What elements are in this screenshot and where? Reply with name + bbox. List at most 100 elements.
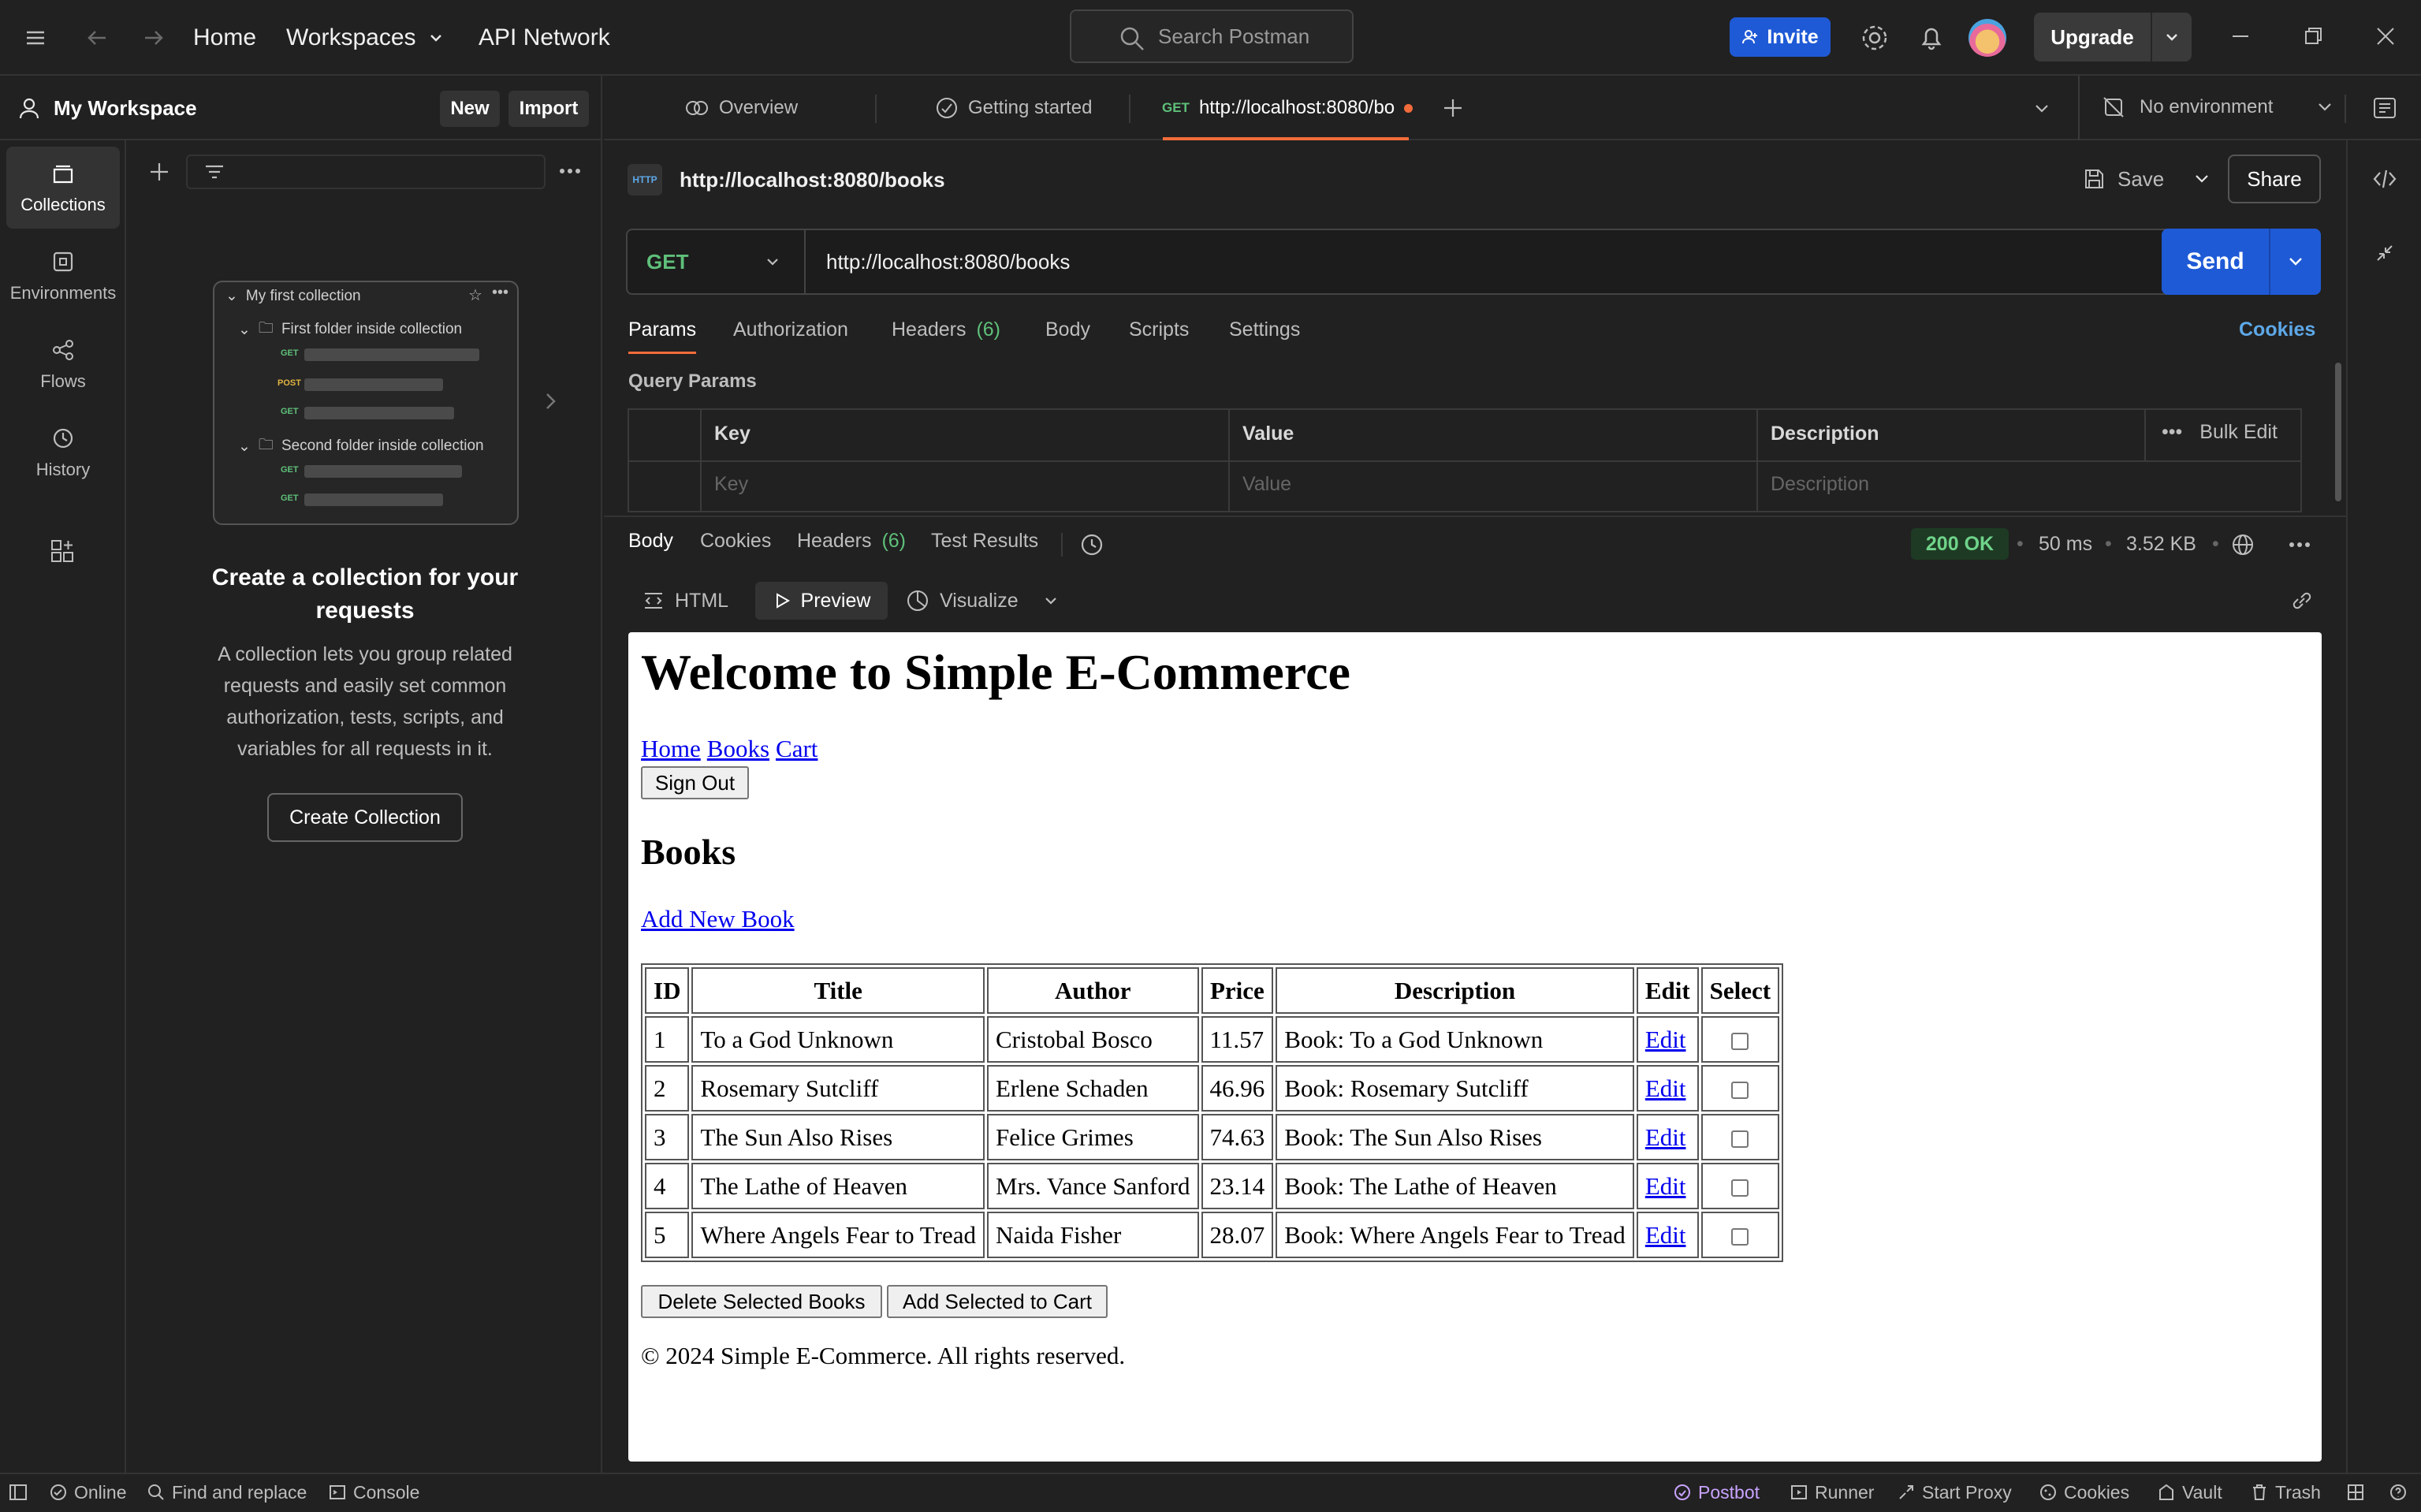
settings-gear-icon[interactable] [1859,22,1890,54]
cookies[interactable]: Cookies [2039,1473,2129,1512]
find-and-replace[interactable]: Find and replace [147,1473,307,1512]
collapse-icon[interactable] [2373,241,2397,265]
tab-active-request[interactable]: GET http://localhost:8080/bo [1162,76,1413,140]
bulk-edit[interactable]: ••• Bulk Edit [2162,421,2278,444]
rail-history[interactable]: History [6,412,120,493]
close-icon[interactable] [2373,24,2398,49]
history-icon[interactable] [1078,531,1105,558]
upgrade-button[interactable]: Upgrade [2034,13,2192,61]
cookies-link[interactable]: Cookies [2239,318,2315,341]
sign-out-button[interactable]: Sign Out [641,766,749,799]
select-checkbox[interactable] [1731,1082,1749,1100]
chevron-right-icon[interactable] [542,389,558,413]
online-status[interactable]: Online [49,1473,126,1512]
tab-settings[interactable]: Settings [1229,318,1300,350]
notification-bell-icon[interactable] [1916,22,1947,54]
menu-icon[interactable] [24,0,47,76]
import-button[interactable]: Import [508,91,589,127]
avatar[interactable] [1968,19,2006,57]
add-icon[interactable] [148,161,170,183]
create-collection-button[interactable]: Create Collection [267,793,463,842]
edit-link[interactable]: Edit [1645,1123,1686,1151]
response-tab-test-results[interactable]: Test Results [931,530,1038,553]
nav-link-books[interactable]: Books [707,735,769,763]
add-new-book-link[interactable]: Add New Book [641,905,795,933]
restore-icon[interactable] [2300,24,2326,49]
tab-getting-started[interactable]: Getting started [935,76,1092,140]
send-button[interactable]: Send [2162,229,2321,295]
edit-link[interactable]: Edit [1645,1172,1686,1200]
key-input[interactable]: Key [714,473,748,496]
postbot[interactable]: Postbot [1673,1473,1760,1512]
chevron-down-icon[interactable] [1042,592,1060,609]
back-arrow-icon[interactable] [85,0,109,76]
response-size[interactable]: 3.52 KB [2126,533,2196,556]
view-preview[interactable]: Preview [755,582,888,620]
nav-link-cart[interactable]: Cart [776,735,818,763]
view-visualize[interactable]: Visualize [905,582,1060,620]
response-time[interactable]: 50 ms [2039,533,2092,556]
start-proxy[interactable]: Start Proxy [1897,1473,2012,1512]
nav-api-network[interactable]: API Network [479,0,610,76]
select-checkbox[interactable] [1731,1228,1749,1246]
environment-quick-look-icon[interactable] [2371,95,2398,121]
response-divider[interactable] [604,516,2346,517]
delete-selected-button[interactable]: Delete Selected Books [641,1285,882,1318]
help-icon[interactable] [2389,1473,2408,1512]
trash[interactable]: Trash [2250,1473,2321,1512]
tab-body[interactable]: Body [1045,318,1090,350]
tab-scripts[interactable]: Scripts [1129,318,1189,350]
network-globe-icon[interactable] [2229,531,2256,558]
tab-authorization[interactable]: Authorization [733,318,848,350]
nav-link-home[interactable]: Home [641,735,701,763]
chevron-down-icon[interactable] [2269,229,2321,295]
chevron-down-icon[interactable] [2032,99,2051,118]
response-tab-body[interactable]: Body [628,530,673,553]
tab-headers[interactable]: Headers (6) [892,318,1000,350]
configure-sidebar-icon[interactable] [49,538,76,564]
runner[interactable]: Runner [1790,1473,1874,1512]
more-options-icon[interactable] [2288,539,2311,550]
rail-environments[interactable]: Environments [6,235,120,317]
new-button[interactable]: New [440,91,500,127]
request-title[interactable]: http://localhost:8080/books [680,161,945,199]
value-input[interactable]: Value [1242,473,1291,496]
select-checkbox[interactable] [1731,1130,1749,1149]
forward-arrow-icon[interactable] [142,0,166,76]
invite-button[interactable]: Invite [1730,17,1831,57]
toggle-sidebar-icon[interactable] [8,1473,28,1512]
tab-overview[interactable]: Overview [684,76,798,140]
link-icon[interactable] [2289,588,2315,613]
method-select[interactable]: GET [628,230,806,293]
save-button[interactable]: Save [2081,155,2211,203]
vault[interactable]: Vault [2157,1473,2222,1512]
select-checkbox[interactable] [1731,1179,1749,1197]
edit-link[interactable]: Edit [1645,1221,1686,1249]
workspace-name[interactable]: My Workspace [17,88,197,128]
select-checkbox[interactable] [1731,1033,1749,1051]
search-input[interactable]: Search Postman [1070,9,1354,63]
rail-collections[interactable]: Collections [6,147,120,229]
code-snippet-icon[interactable] [2371,167,2398,191]
tab-params[interactable]: Params [628,318,696,350]
more-options-icon[interactable] [558,166,582,177]
add-to-cart-button[interactable]: Add Selected to Cart [887,1285,1108,1318]
chevron-down-icon[interactable] [2151,13,2192,61]
response-tab-cookies[interactable]: Cookies [700,530,771,553]
nav-workspaces[interactable]: Workspaces [286,0,445,76]
filter-input[interactable] [186,155,546,189]
edit-link[interactable]: Edit [1645,1074,1686,1102]
minimize-icon[interactable] [2228,24,2253,49]
edit-link[interactable]: Edit [1645,1026,1686,1053]
status-badge[interactable]: 200 OK [1911,528,2009,560]
share-button[interactable]: Share [2228,155,2321,203]
url-input[interactable]: http://localhost:8080/books [826,230,1070,293]
view-html[interactable]: HTML [642,582,728,620]
response-tab-headers[interactable]: Headers (6) [797,530,906,553]
chevron-down-icon[interactable] [2192,169,2211,188]
description-input[interactable]: Description [1771,473,1869,496]
new-tab-plus-icon[interactable] [1441,96,1465,120]
layout-grid-icon[interactable] [2346,1473,2365,1512]
environment-selector[interactable]: No environment [2102,91,2334,123]
console[interactable]: Console [328,1473,419,1512]
